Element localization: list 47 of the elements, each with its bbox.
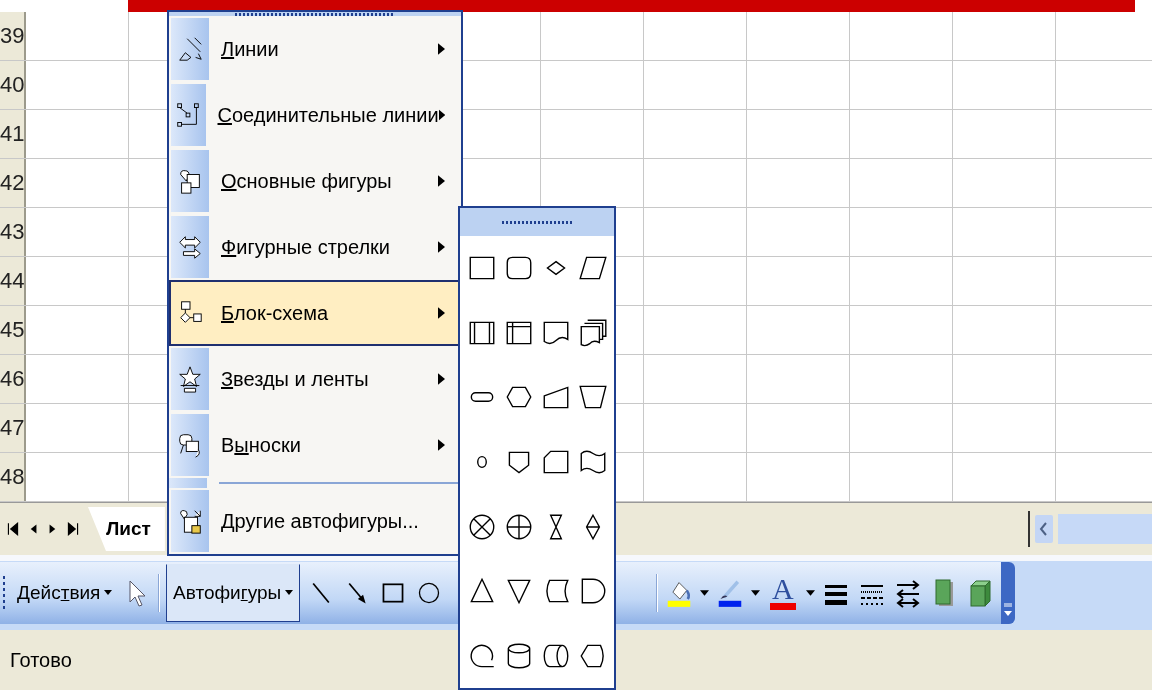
row-header[interactable]: 46 xyxy=(0,355,27,403)
row-header[interactable]: 48 xyxy=(0,453,27,501)
row-header[interactable]: 41 xyxy=(0,110,27,158)
submenu-arrow-icon xyxy=(438,439,445,451)
last-sheet-icon[interactable] xyxy=(66,521,80,537)
first-sheet-icon[interactable] xyxy=(6,521,20,537)
menu-item[interactable]: Линии xyxy=(169,16,461,82)
row-header[interactable]: 45 xyxy=(0,306,27,354)
autoshapes-menu-button[interactable]: Автофигуры xyxy=(166,563,301,622)
menu-item[interactable]: Соединительные линии xyxy=(169,82,461,148)
menu-item[interactable]: Выноски xyxy=(169,412,461,478)
scroll-left-button[interactable] xyxy=(1034,514,1054,544)
caret-icon[interactable] xyxy=(699,589,709,596)
caret-icon xyxy=(1002,601,1013,618)
menu-item[interactable]: Блок-схема xyxy=(169,280,461,346)
toolbar-options-button[interactable] xyxy=(1000,561,1015,624)
row-header[interactable]: 39 xyxy=(0,12,27,60)
row-header[interactable]: 44 xyxy=(0,257,27,305)
menu-side-strip xyxy=(169,478,207,488)
menu-item[interactable]: Другие автофигуры... xyxy=(169,488,461,554)
sheet-tab[interactable]: Лист xyxy=(88,507,165,551)
submenu-arrow-icon xyxy=(438,241,445,253)
menu-drag-handle[interactable] xyxy=(502,220,572,224)
caret-icon[interactable] xyxy=(805,589,815,596)
row-header[interactable]: 42 xyxy=(0,159,27,207)
font-color-button[interactable]: A xyxy=(769,575,796,610)
menu-drag-handle[interactable] xyxy=(235,12,395,16)
arrow-style-icon[interactable] xyxy=(894,577,921,608)
submenu-arrow-icon xyxy=(438,307,445,319)
submenu-arrow-icon xyxy=(438,373,445,385)
caret-icon xyxy=(104,590,113,595)
submenu-arrow-icon xyxy=(438,43,445,55)
star-icon xyxy=(176,364,204,394)
scrollbar-track[interactable] xyxy=(1058,514,1152,544)
status-text: Готово xyxy=(10,648,72,672)
toolbar-grip[interactable] xyxy=(3,575,6,610)
submenu-arrow-icon xyxy=(438,109,445,121)
caret-icon[interactable] xyxy=(750,589,760,596)
menu-item[interactable]: Фигурные стрелки xyxy=(169,214,461,280)
menu-item[interactable]: Звезды и ленты xyxy=(169,346,461,412)
row-header[interactable]: 40 xyxy=(0,61,27,109)
submenu-arrow-icon xyxy=(438,175,445,187)
menu-item[interactable]: Основные фигуры xyxy=(169,148,461,214)
row-header[interactable]: 43 xyxy=(0,208,27,256)
caret-icon xyxy=(285,590,294,595)
row-header[interactable]: 47 xyxy=(0,404,27,452)
actions-menu-button[interactable]: Действия xyxy=(13,577,117,608)
